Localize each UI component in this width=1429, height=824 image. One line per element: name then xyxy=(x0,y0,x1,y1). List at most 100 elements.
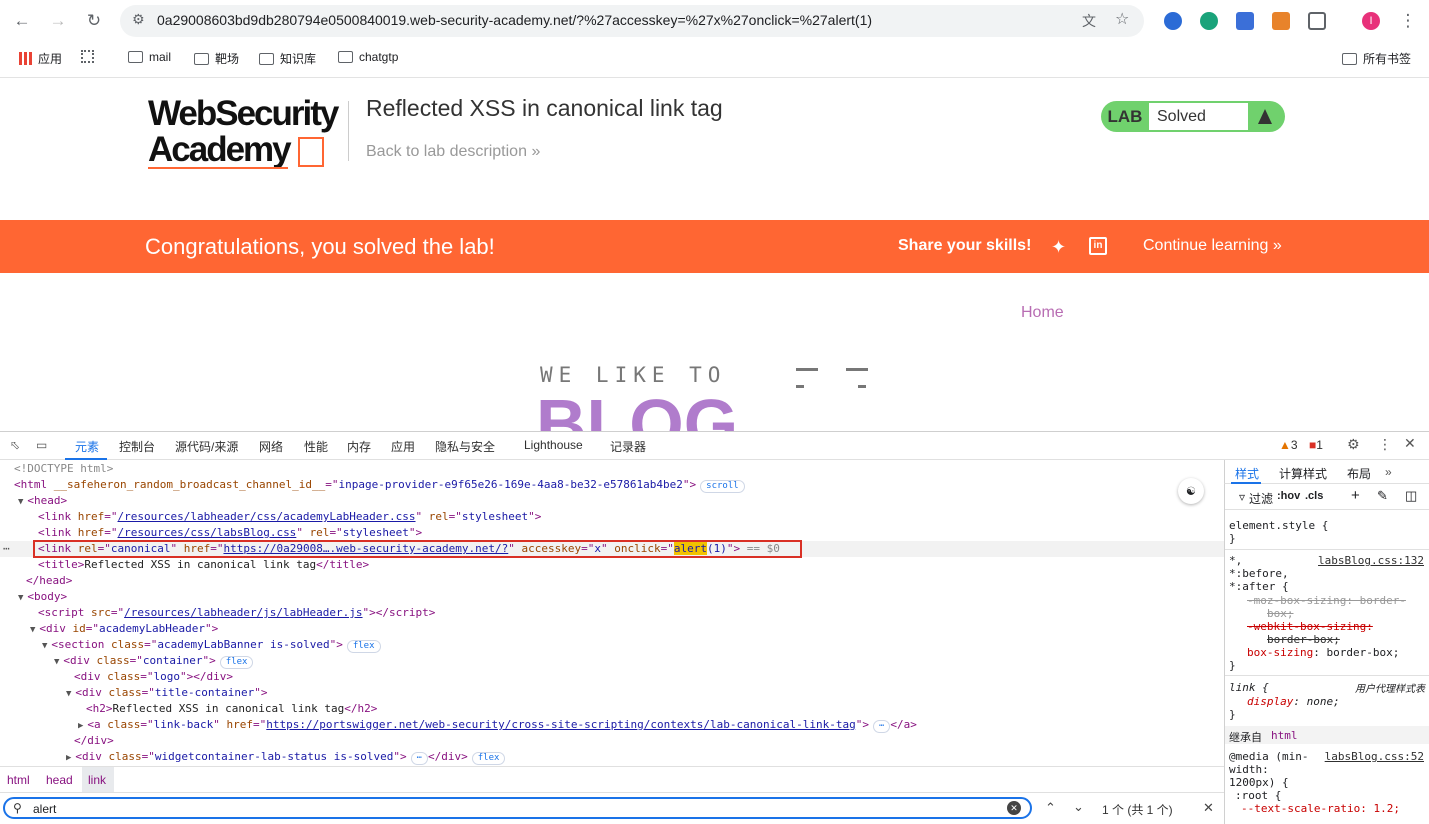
tab-layout[interactable]: 布局 xyxy=(1347,465,1371,482)
dom-head-close[interactable]: </head> xyxy=(26,573,72,589)
extension-blue-icon[interactable] xyxy=(1236,12,1254,30)
row-ellipsis-icon[interactable]: ⋯ xyxy=(3,541,10,557)
tab-privacy[interactable]: 隐私与安全 xyxy=(435,438,495,455)
tab-sources[interactable]: 源代码/来源 xyxy=(175,438,238,455)
bookmark-grid[interactable] xyxy=(81,50,94,63)
dom-title[interactable]: <title>Reflected XSS in canonical link t… xyxy=(38,557,369,573)
dom-logo[interactable]: <div class="logo"></div> xyxy=(74,669,233,685)
tab-elements[interactable]: 元素 xyxy=(75,438,99,455)
back-arrow-icon[interactable]: ← xyxy=(10,9,34,33)
flex-badge[interactable]: flex xyxy=(346,640,381,653)
dom-div-close[interactable]: </div> xyxy=(74,733,114,749)
tab-computed[interactable]: 计算样式 xyxy=(1279,465,1327,482)
dom-doctype[interactable]: <!DOCTYPE html> xyxy=(14,461,113,477)
dom-link-back[interactable]: ▶ <a class="link-back" href="https://port… xyxy=(78,717,917,733)
translate-icon[interactable]: 文 xyxy=(1082,11,1096,31)
profile-avatar[interactable]: I xyxy=(1362,12,1380,30)
more-tabs-icon[interactable]: » xyxy=(1385,465,1392,479)
dom-title-container[interactable]: ▼ <div class="title-container"> xyxy=(66,685,268,701)
errors-counter[interactable]: ■1 xyxy=(1309,438,1323,452)
logo-academy[interactable]: Academy xyxy=(148,132,292,167)
warnings-counter[interactable]: ▲3 xyxy=(1279,438,1298,452)
logo-web-security[interactable]: WebSecurity xyxy=(148,96,339,131)
address-bar[interactable]: ⚙ 0a29008603bd9db280794e0500840019.web-s… xyxy=(120,5,1144,37)
bookmark-apps[interactable]: 应用 xyxy=(19,50,62,67)
hov-toggle[interactable]: :hov xyxy=(1277,490,1300,502)
collapsed-ellipsis[interactable]: ⋯ xyxy=(872,720,891,733)
crumb-html[interactable]: html xyxy=(7,773,30,787)
dom-section[interactable]: ▼ <section class="academyLabBanner is-sol… xyxy=(42,637,381,653)
bookmark-range[interactable]: 靶场 xyxy=(194,50,239,67)
settings-gear-icon[interactable]: ⚙ xyxy=(1347,436,1360,453)
element-style-rule[interactable]: element.style { xyxy=(1229,519,1328,532)
url-text[interactable]: 0a29008603bd9db280794e0500840019.web-sec… xyxy=(157,12,872,28)
src-link[interactable]: /resources/labheader/js/labHeader.js xyxy=(124,606,362,619)
flex-badge[interactable]: flex xyxy=(471,752,506,765)
more-menu-icon[interactable]: ⋮ xyxy=(1396,9,1420,33)
tab-lighthouse[interactable]: Lighthouse xyxy=(524,438,583,452)
site-info-icon[interactable]: ⚙ xyxy=(132,11,145,28)
inspect-element-icon[interactable]: ⬁ xyxy=(10,438,20,452)
clear-search-icon[interactable]: ✕ xyxy=(1007,801,1021,815)
close-find-icon[interactable]: ✕ xyxy=(1203,800,1214,816)
bookmark-kb[interactable]: 知识库 xyxy=(259,50,316,67)
tab-network[interactable]: 网络 xyxy=(259,438,283,455)
crumb-head[interactable]: head xyxy=(46,773,73,787)
box-sizing-prop[interactable]: box-sizing: border-box; xyxy=(1247,646,1399,659)
dom-h2[interactable]: <h2>Reflected XSS in canonical link tag<… xyxy=(86,701,377,717)
moz-box-sizing[interactable]: -moz-box-sizing: border- xyxy=(1247,594,1406,607)
extension-1password-icon[interactable] xyxy=(1164,12,1182,30)
new-rule-icon[interactable]: + xyxy=(1351,487,1360,504)
stylesheet-link[interactable]: labsBlog.css:52 xyxy=(1325,750,1424,763)
paint-icon[interactable]: ✎ xyxy=(1377,488,1388,504)
back-to-description-link[interactable]: Back to lab description » xyxy=(366,143,540,161)
href-link[interactable]: /resources/css/labsBlog.css xyxy=(118,526,297,539)
dom-widget[interactable]: ▶ <div class="widgetcontainer-lab-status … xyxy=(66,749,506,765)
find-input[interactable]: ⚲ alert ✕ xyxy=(3,797,1032,819)
bookmark-star-icon[interactable]: ☆ xyxy=(1115,9,1129,29)
cls-toggle[interactable]: .cls xyxy=(1305,490,1323,502)
inherited-tag[interactable]: html xyxy=(1271,729,1298,742)
collapsed-ellipsis[interactable]: ⋯ xyxy=(410,752,429,765)
find-previous-icon[interactable]: ⌃ xyxy=(1045,800,1056,816)
close-devtools-icon[interactable]: ✕ xyxy=(1404,435,1416,452)
more-options-icon[interactable]: ⋮ xyxy=(1378,436,1392,453)
tab-recorder[interactable]: 记录器 xyxy=(610,438,646,455)
dom-container[interactable]: ▼ <div class="container"> flex xyxy=(54,653,254,669)
dom-link-css2[interactable]: <link href="/resources/css/labsBlog.css"… xyxy=(38,525,422,541)
tab-application[interactable]: 应用 xyxy=(391,438,415,455)
href-link[interactable]: https://portswigger.net/web-security/cro… xyxy=(266,718,855,731)
text-scale-prop[interactable]: --text-scale-ratio: 1.2; xyxy=(1241,802,1400,815)
tab-console[interactable]: 控制台 xyxy=(119,438,155,455)
href-link[interactable]: /resources/labheader/css/academyLabHeade… xyxy=(118,510,416,523)
dom-body[interactable]: ▼ <body> xyxy=(18,589,67,605)
tab-styles[interactable]: 样式 xyxy=(1235,465,1259,482)
bookmark-all[interactable]: 所有书签 xyxy=(1342,50,1411,67)
extension-green-icon[interactable] xyxy=(1200,12,1218,30)
filter-input[interactable]: 过滤 xyxy=(1249,490,1273,507)
dom-script[interactable]: <script src="/resources/labheader/js/lab… xyxy=(38,605,435,621)
tab-memory[interactable]: 内存 xyxy=(347,438,371,455)
linkedin-icon[interactable]: in xyxy=(1089,237,1107,255)
extensions-puzzle-icon[interactable] xyxy=(1308,12,1326,30)
stylesheet-link[interactable]: labsBlog.css:132 xyxy=(1318,554,1424,567)
find-next-icon[interactable]: ⌄ xyxy=(1073,799,1084,815)
sidebar-toggle-icon[interactable]: ◫ xyxy=(1405,488,1417,504)
reload-icon[interactable]: ↻ xyxy=(82,9,106,33)
home-link[interactable]: Home xyxy=(1021,304,1064,322)
dom-html[interactable]: <html __safeheron_random_broadcast_chann… xyxy=(14,477,745,493)
scroll-badge[interactable]: scroll xyxy=(700,480,745,493)
dom-div-header[interactable]: ▼ <div id="academyLabHeader"> xyxy=(30,621,218,637)
metamask-icon[interactable] xyxy=(1272,12,1290,30)
dom-link-css1[interactable]: <link href="/resources/labheader/css/aca… xyxy=(38,509,541,525)
continue-learning-link[interactable]: Continue learning » xyxy=(1143,237,1282,255)
webkit-box-sizing[interactable]: -webkit-box-sizing: xyxy=(1247,620,1373,633)
twitter-icon[interactable]: ✦ xyxy=(1051,237,1066,258)
forward-arrow-icon[interactable]: → xyxy=(46,9,70,33)
tab-performance[interactable]: 性能 xyxy=(304,438,328,455)
bookmark-mail[interactable]: mail xyxy=(128,50,171,64)
accessibility-icon[interactable]: ☯ xyxy=(1178,478,1204,504)
link-rule[interactable]: link { xyxy=(1229,681,1269,694)
flex-badge[interactable]: flex xyxy=(219,656,254,669)
device-toolbar-icon[interactable]: ▭ xyxy=(36,438,47,452)
